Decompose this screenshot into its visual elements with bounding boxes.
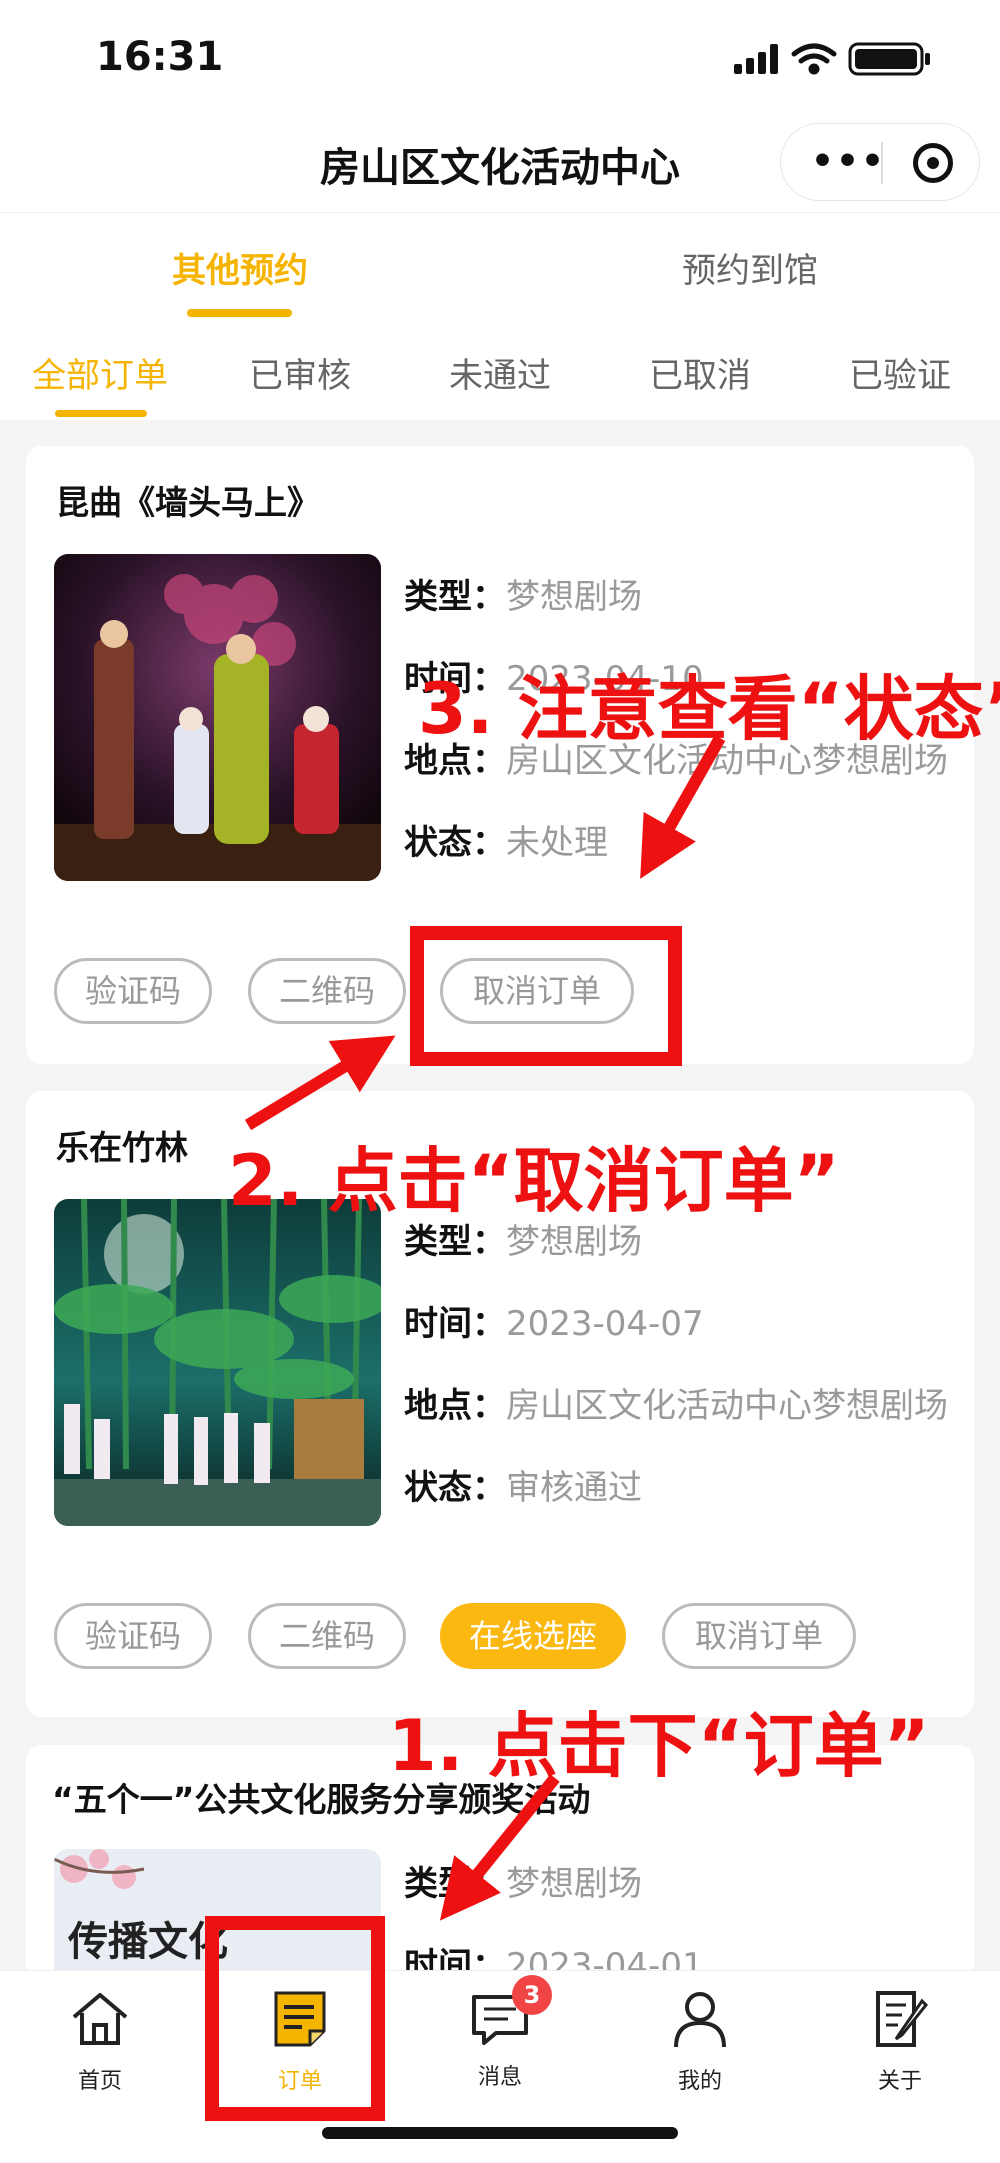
signal-icon bbox=[734, 44, 778, 74]
annotation-step1: 1. 点击下“订单” bbox=[388, 1705, 930, 1787]
time-label: 时间： bbox=[404, 1304, 506, 1344]
nav-bar: 房山区文化活动中心 ••• bbox=[0, 115, 1000, 213]
tab-profile-label: 我的 bbox=[677, 2069, 722, 2094]
tab-cancelled[interactable]: 已取消 bbox=[600, 348, 800, 397]
order-title: 昆曲《墙头马上》 bbox=[56, 483, 320, 522]
type-value: 梦想剧场 bbox=[506, 577, 642, 617]
online-seat-button[interactable]: 在线选座 bbox=[440, 1603, 626, 1669]
poster-text: 传播文化 bbox=[68, 1918, 228, 1965]
tab-messages[interactable]: 3 消息 bbox=[425, 1975, 575, 2091]
time-value: 2023-04-07 bbox=[506, 1304, 704, 1344]
sub-tab-indicator bbox=[55, 410, 147, 417]
qr-code-button[interactable]: 二维码 bbox=[248, 1603, 406, 1669]
order-thumbnail bbox=[54, 1199, 381, 1526]
order-filter-tabs: 全部订单 已审核 未通过 已取消 已验证 bbox=[0, 320, 1000, 420]
type-value: 梦想剧场 bbox=[506, 1864, 642, 1904]
tab-visit-booking[interactable]: 预约到馆 bbox=[570, 243, 930, 292]
status-value: 审核通过 bbox=[506, 1468, 642, 1508]
qr-code-button[interactable]: 二维码 bbox=[248, 958, 406, 1024]
order-info: 类型：梦想剧场 时间：2023-04-07 地点：房山区文化活动中心梦想剧场 状… bbox=[404, 1213, 964, 1541]
tab-home-label: 首页 bbox=[77, 2069, 122, 2094]
battery-icon bbox=[848, 42, 930, 76]
type-label: 类型： bbox=[404, 577, 506, 617]
cancel-order-button[interactable]: 取消订单 bbox=[662, 1603, 856, 1669]
status-bar: 16:31 bbox=[0, 0, 1000, 115]
status-label: 状态： bbox=[404, 1468, 506, 1508]
mini-program-capsule: ••• bbox=[780, 123, 980, 201]
tab-about[interactable]: 关于 bbox=[825, 1987, 975, 2095]
type-label: 类型： bbox=[404, 1864, 506, 1904]
status-value: 未处理 bbox=[506, 823, 608, 863]
top-tab-indicator bbox=[187, 309, 292, 317]
tab-all-orders[interactable]: 全部订单 bbox=[0, 348, 200, 397]
tab-verified[interactable]: 已验证 bbox=[800, 348, 1000, 397]
tab-profile[interactable]: 我的 bbox=[625, 1987, 775, 2095]
status-time: 16:31 bbox=[96, 34, 224, 80]
tab-about-label: 关于 bbox=[877, 2069, 922, 2094]
verify-code-button[interactable]: 验证码 bbox=[54, 958, 212, 1024]
annotation-step3: 3. 注意查看“状态” bbox=[418, 668, 1000, 750]
bamboo-image bbox=[54, 1199, 381, 1526]
annotation-box-cancel bbox=[410, 926, 682, 1066]
order-title: 乐在竹林 bbox=[56, 1128, 188, 1167]
annotation-step2: 2. 点击“取消订单” bbox=[228, 1140, 840, 1222]
status-icons bbox=[734, 42, 930, 76]
place-label: 地点： bbox=[404, 1386, 506, 1426]
tab-rejected[interactable]: 未通过 bbox=[400, 348, 600, 397]
tab-reviewed[interactable]: 已审核 bbox=[200, 348, 400, 397]
order-thumbnail bbox=[54, 554, 381, 881]
home-icon bbox=[72, 1993, 128, 2045]
target-circle-icon[interactable] bbox=[913, 143, 953, 183]
tab-messages-label: 消息 bbox=[477, 2065, 522, 2090]
type-value: 梦想剧场 bbox=[506, 1222, 642, 1262]
place-value: 房山区文化活动中心梦想剧场 bbox=[506, 1386, 948, 1426]
message-badge: 3 bbox=[512, 1975, 552, 2015]
tab-home[interactable]: 首页 bbox=[25, 1987, 175, 2095]
status-label: 状态： bbox=[404, 823, 506, 863]
capsule-divider bbox=[881, 142, 883, 184]
tab-other-booking[interactable]: 其他预约 bbox=[60, 243, 420, 292]
about-icon bbox=[876, 1991, 929, 2047]
home-indicator bbox=[322, 2127, 678, 2139]
user-icon bbox=[674, 1992, 726, 2048]
opera-image bbox=[54, 554, 381, 881]
top-tabs: 其他预约 预约到馆 bbox=[0, 213, 1000, 320]
verify-code-button[interactable]: 验证码 bbox=[54, 1603, 212, 1669]
type-label: 类型： bbox=[404, 1222, 506, 1262]
wifi-icon bbox=[791, 43, 837, 75]
more-dots-icon[interactable]: ••• bbox=[811, 144, 886, 180]
annotation-box-orders bbox=[205, 1916, 385, 2121]
